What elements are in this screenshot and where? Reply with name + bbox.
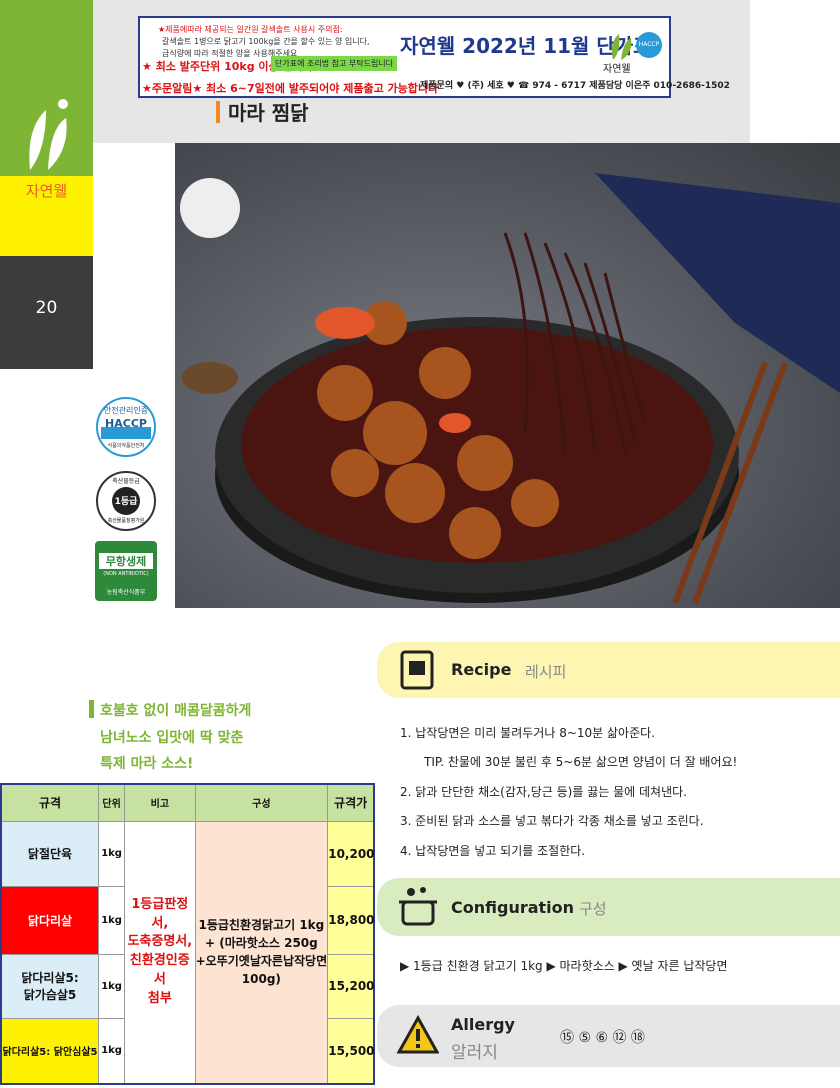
row-price: 18,800 [327,885,375,955]
antibiotic-free-badge: 무항생제 (NON ANTIBIOTIC) 농림축산식품부 [95,541,157,601]
antibiotic-badge-main: 무항생제 [99,553,153,569]
allergy-section-header: Allergy 알러지 ⑮ ⑤ ⑥ ⑫ ⑱ [377,1005,840,1067]
row-unit: 1kg [98,885,126,955]
haccp-badge-bottom: 식품의약품안전처 [107,443,145,449]
row-unit: 1kg [98,953,126,1019]
antibiotic-badge-sub: (NON ANTIBIOTIC) [103,571,149,577]
recipe-section-header: Recipe 레시피 [377,642,840,698]
grade-badge-bottom: 축산물품질평가원 [107,518,145,524]
recipe-step-4: 4. 납작당면을 넣고 되기를 조절한다. [400,844,586,858]
notice-line-1: ★제품에따라 제공되는 일간원 갈색솔트 사용시 주의점: [158,25,343,34]
contact-info: 제품문의 ♥ (주) 세호 ♥ ☎ 974 - 6717 제품담당 이은주 01… [420,81,730,91]
allergy-title-ko: 알러지 [451,1043,498,1063]
configuration-items: ▶ 1등급 친환경 닭고기 1kg ▶ 마라핫소스 ▶ 옛날 자른 납작당면 [400,959,728,973]
header-spec: 규격 [0,783,100,822]
row-composition: 1등급친환경닭고기 1kg + (마라핫소스 250g +오뚜기옛날자른납작당면… [194,820,329,1085]
header-composition: 구성 [194,783,329,822]
slogan-line-2: 남녀노소 입맛에 딱 맞춘 [100,730,244,746]
row-price: 10,200 [327,820,375,887]
leaf-logo-icon [29,99,68,170]
header-unit: 단위 [98,783,126,822]
row-name: 닭절단육 [0,820,100,887]
recipe-step-2: 2. 닭과 단단한 채소(감자,당근 등)를 끓는 물에 데쳐낸다. [400,785,687,799]
row-remark: 1등급판정서, 도축증명서, 친환경인증서 첨부 [124,820,196,1085]
product-photo [175,143,840,608]
row-name: 닭다리살5: 닭가슴살5 [0,953,100,1019]
brand-logo-text: 자연웰 [603,64,631,75]
grade-badge-main: 1등급 [114,497,138,507]
lead-time-notice: ★주문알림★ 최소 6~7일전에 발주되어야 제품출고 가능합니다 [142,82,439,95]
sidebar-brand-name: 자연웰 [25,182,68,200]
configuration-section-header: Configuration 구성 [377,878,840,936]
row-price: 15,500 [327,1017,375,1085]
haccp-badge-top: 안전관리인증 [103,406,149,415]
price-list-header: ★제품에따라 제공되는 일간원 갈색솔트 사용시 주의점: 갈색솔트 1병으로 … [138,16,730,98]
configuration-title-ko: 구성 [579,900,607,918]
row-name: 닭다리살 [0,885,100,955]
grade-badge: 축산물등급 1등급 축산물품질평가원 [95,470,157,532]
table-header-row: 규격 단위 비고 구성 규격가 [0,783,375,822]
warning-icon [397,1015,439,1054]
slogan-line-3: 특제 마라 소스! [100,756,194,772]
page-number: 20 [35,298,58,318]
cooking-pot-icon [399,887,437,926]
antibiotic-badge-bottom: 농림축산식품부 [106,589,146,596]
allergy-codes: ⑮ ⑤ ⑥ ⑫ ⑱ [560,1030,645,1046]
row-price: 15,200 [327,953,375,1019]
header-remark: 비고 [124,783,196,822]
allergy-title-en: Allergy [451,1015,515,1034]
recipe-title-en: Recipe [451,660,512,679]
configuration-title-en: Configuration [451,898,575,917]
row-unit: 1kg [98,820,126,887]
product-title: 마라 찜닭 [228,101,309,125]
grade-badge-top: 축산물등급 [112,478,140,485]
haccp-mark-icon: HACCP [636,32,662,58]
brand-logo-icon [605,28,635,62]
slogan-accent-bar [89,700,94,718]
row-unit: 1kg [98,1017,126,1085]
recipe-book-icon [400,650,434,690]
row-name: 닭다리살5: 닭안심살5 [0,1017,100,1085]
recipe-step-1: 1. 납작당면은 미리 불려두거나 8~10분 삶아준다. [400,726,655,740]
notice-line-2: 갈색솔트 1병으로 닭고기 100kg을 간을 할수 있는 양 입니다, [162,37,370,46]
price-table: 규격 단위 비고 구성 규격가 닭절단육 1kg 1등급판정서, 도축증명서, … [0,783,375,1085]
title-accent-bar [216,101,220,123]
recipe-title-ko: 레시피 [525,663,567,681]
header-price: 규격가 [327,783,375,822]
recipe-step-3: 3. 준비된 닭과 소스를 넣고 볶다가 각종 채소를 넣고 조린다. [400,814,704,828]
haccp-badge-main: HACCP [105,417,147,430]
table-row: 닭절단육 1kg 1등급판정서, 도축증명서, 친환경인증서 첨부 1등급친환경… [0,820,375,1085]
sidebar-brand-block [0,0,93,176]
haccp-badge: 안전관리인증 HACCP 식품의약품안전처 [95,396,157,458]
recipe-reference-note: 단가표에 조리법 참고 부탁드립니다 [271,56,398,71]
recipe-tip: TIP. 찬물에 30분 불린 후 5~6분 삶으면 양념이 더 잘 배어요! [424,755,738,769]
slogan-line-1: 호불호 없이 매콤달콤하게 [100,703,252,719]
